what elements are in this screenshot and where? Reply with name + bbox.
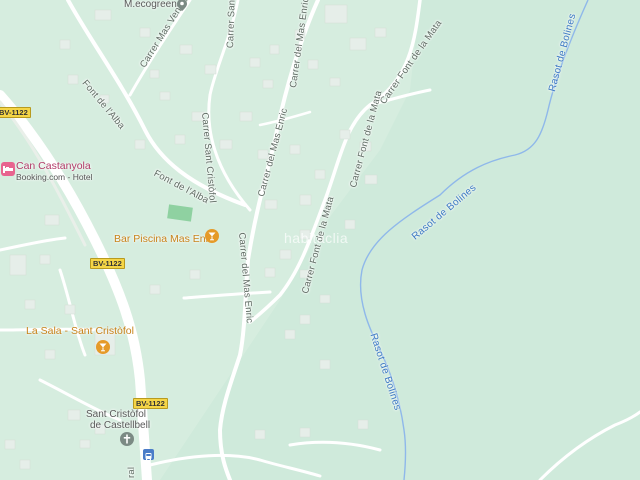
road-shield-bv1122-mid: BV-1122 xyxy=(90,258,125,269)
bus-icon[interactable] xyxy=(143,449,154,461)
poi-subtitle-can-castanyola: Booking.com - Hotel xyxy=(16,172,93,182)
poi-label-bar-piscina[interactable]: Bar Piscina Mas Enric xyxy=(114,233,217,245)
cocktail-icon[interactable] xyxy=(205,229,219,243)
map-canvas[interactable]: Carrer Mas Ventós Carrer Sant Cristòfol … xyxy=(0,0,640,480)
poi-label-la-sala[interactable]: La Sala - Sant Cristòfol xyxy=(26,325,134,337)
cross-icon[interactable] xyxy=(120,432,134,446)
watermark: habitaclia xyxy=(284,230,349,246)
pin-icon[interactable] xyxy=(177,0,187,11)
poi-label-church-line1[interactable]: Sant Cristòfol xyxy=(86,409,146,420)
poi-label-church-line2[interactable]: de Castellbell xyxy=(90,420,150,431)
road-shield-bv1122-bottom: BV-1122 xyxy=(133,398,168,409)
poi-label-ecogreen[interactable]: M.ecogreen xyxy=(124,0,177,10)
poi-label-can-castanyola[interactable]: Can Castanyola xyxy=(16,160,91,172)
road-shield-bv1122-left: BV-1122 xyxy=(0,107,31,118)
cocktail-icon[interactable] xyxy=(96,340,110,354)
bed-icon[interactable] xyxy=(1,162,15,176)
street-label-bottom-partial: ral xyxy=(126,466,137,478)
